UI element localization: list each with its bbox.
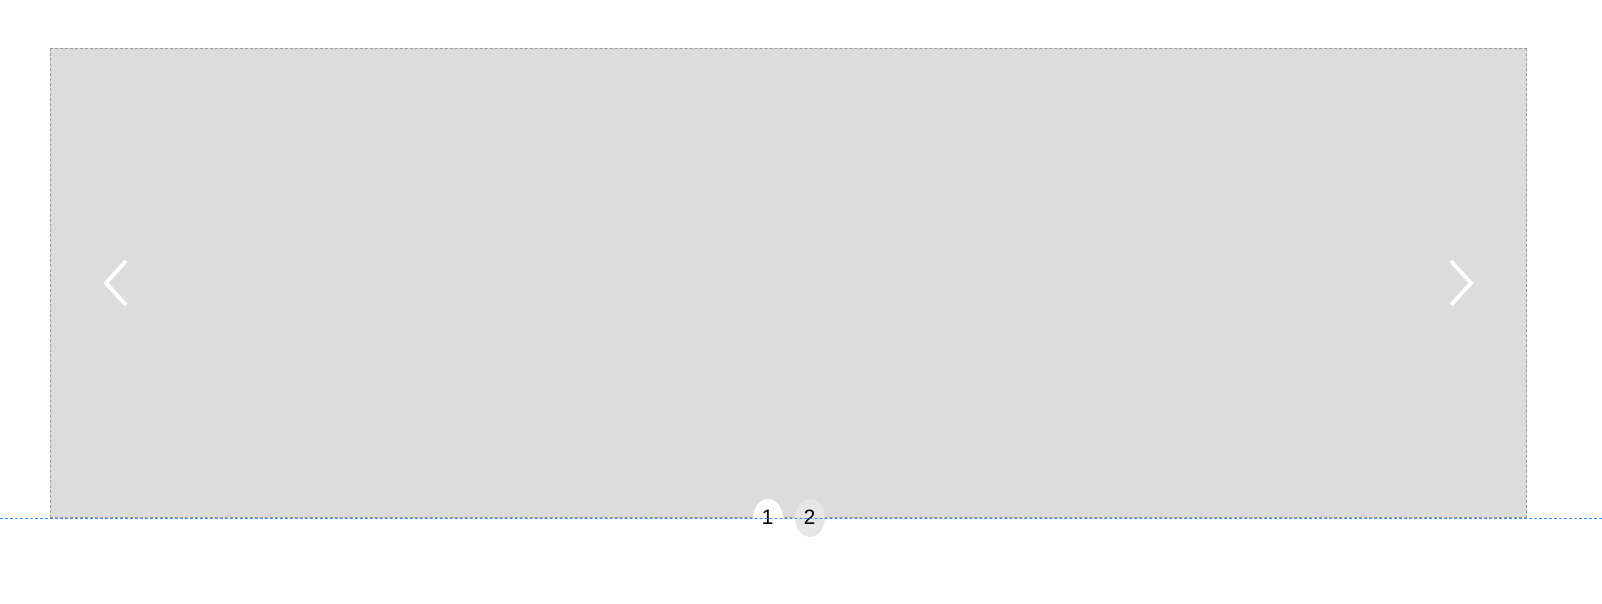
carousel-next-button[interactable] bbox=[1431, 253, 1491, 313]
chevron-right-icon bbox=[1445, 257, 1477, 309]
chevron-left-icon bbox=[100, 257, 132, 309]
carousel-prev-button[interactable] bbox=[86, 253, 146, 313]
selection-guide-line bbox=[0, 518, 1602, 519]
carousel-slide: 1 2 bbox=[50, 48, 1527, 518]
